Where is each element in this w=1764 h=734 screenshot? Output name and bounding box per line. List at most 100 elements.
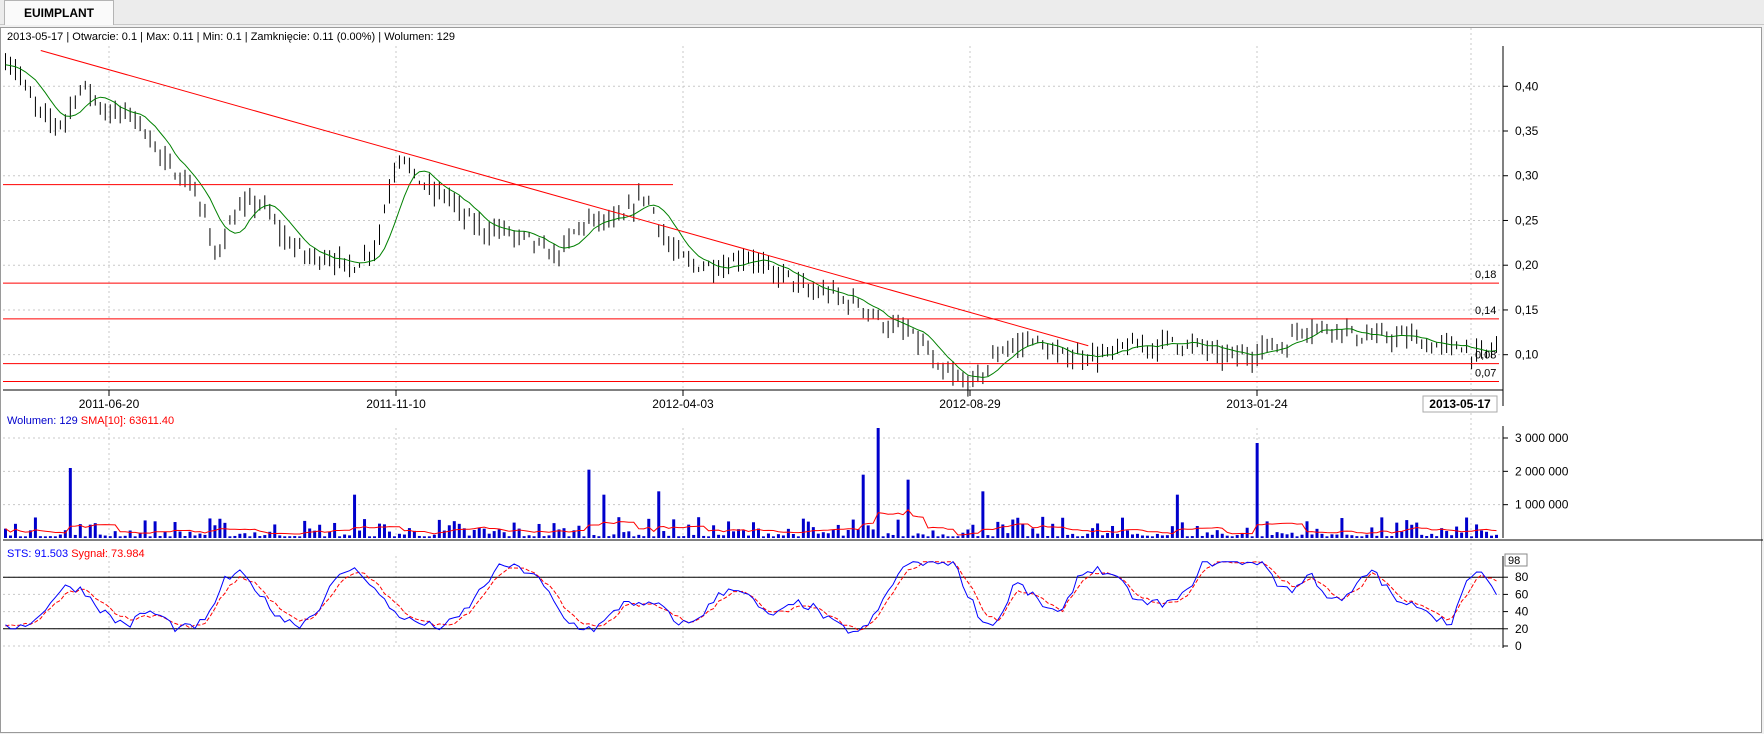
volume-bar bbox=[373, 536, 376, 538]
volume-bar bbox=[407, 528, 411, 538]
sts-marker-label: 98 bbox=[1508, 555, 1520, 567]
price-pane: 0,40 0,35 0,30 0,25 0,20 0,15 0,10 2011-06-20 20… bbox=[3, 28, 1539, 646]
price-x-tick-label: 2012-04-03 bbox=[652, 397, 714, 411]
volume-bar bbox=[293, 536, 297, 538]
volume-bar bbox=[697, 517, 701, 538]
volume-bar bbox=[1190, 536, 1194, 538]
volume-bar bbox=[1285, 534, 1289, 538]
volume-bar bbox=[1225, 535, 1229, 538]
volume-bar bbox=[996, 521, 1000, 538]
volume-bar bbox=[986, 535, 990, 538]
sts-legend: STS: 91.503 Sygnał: 73.984 bbox=[7, 548, 145, 560]
volume-bar bbox=[976, 536, 980, 538]
volume-bar bbox=[577, 525, 581, 538]
ohlc-info: 2013-05-17 | Otwarcie: 0.1 | Max: 0.11 |… bbox=[7, 31, 455, 43]
volume-legend-label: Wolumen: 129 bbox=[7, 415, 78, 427]
volume-bar bbox=[402, 534, 406, 538]
volume-bar bbox=[392, 536, 396, 538]
volume-bar bbox=[492, 531, 496, 538]
volume-bar bbox=[33, 517, 37, 538]
volume-bar bbox=[53, 536, 57, 538]
volume-bar bbox=[1071, 533, 1075, 538]
volume-bar bbox=[73, 534, 77, 538]
volume-bar bbox=[617, 517, 621, 538]
volume-bar bbox=[896, 519, 900, 538]
volume-bar bbox=[1006, 533, 1010, 538]
volume-bar bbox=[1335, 534, 1339, 538]
volume-bar bbox=[338, 536, 342, 538]
volume-bar bbox=[607, 536, 611, 538]
volume-bar bbox=[926, 536, 930, 538]
sts-legend-label: STS: 91.503 bbox=[7, 548, 68, 560]
volume-bar bbox=[941, 534, 945, 538]
chart-panel: 2013-05-17 | Otwarcie: 0.1 | Max: 0.11 |… bbox=[0, 27, 1763, 734]
volume-bar bbox=[487, 533, 491, 538]
volume-bar bbox=[363, 519, 367, 538]
volume-bar bbox=[13, 523, 17, 538]
chart-canvas[interactable]: 2013-05-17 | Otwarcie: 0.1 | Max: 0.11 |… bbox=[1, 28, 1763, 734]
volume-bar bbox=[358, 530, 362, 538]
volume-bar bbox=[652, 536, 656, 538]
volume-bar bbox=[916, 533, 920, 538]
volume-bar bbox=[1076, 536, 1080, 538]
volume-bar bbox=[627, 531, 631, 538]
volume-y-tick-label: 1 000 000 bbox=[1515, 498, 1569, 512]
volume-bar bbox=[253, 532, 257, 538]
price-y-tick-label: 0,20 bbox=[1515, 258, 1539, 272]
volume-bar bbox=[1160, 535, 1164, 538]
volume-bar bbox=[1435, 536, 1439, 538]
volume-bar bbox=[732, 531, 736, 538]
volume-pane: 3 000 000 2 000 000 1 000 000 bbox=[3, 426, 1763, 541]
volume-bar bbox=[228, 536, 232, 538]
volume-bar bbox=[1031, 528, 1035, 538]
volume-bar bbox=[951, 536, 955, 538]
volume-bar bbox=[4, 528, 7, 538]
price-x-tick-label: 2012-08-29 bbox=[939, 397, 1001, 411]
volume-bar bbox=[527, 535, 531, 538]
volume-bar bbox=[1260, 536, 1264, 538]
volume-bar bbox=[477, 527, 481, 538]
volume-bar bbox=[1106, 533, 1110, 538]
volume-bar bbox=[801, 518, 805, 538]
volume-bar bbox=[692, 534, 696, 538]
volume-bar bbox=[1051, 523, 1055, 538]
volume-bar bbox=[1385, 536, 1389, 538]
volume-bar bbox=[18, 536, 22, 538]
volume-bar bbox=[1490, 535, 1494, 538]
volume-bar bbox=[163, 531, 167, 538]
volume-bar bbox=[1475, 524, 1479, 538]
tab-euimplant[interactable]: EUIMPLANT bbox=[4, 0, 114, 25]
volume-bar bbox=[58, 534, 62, 538]
volume-bar bbox=[592, 535, 596, 538]
volume-bar bbox=[113, 531, 117, 538]
volume-bar bbox=[856, 529, 860, 538]
volume-bar bbox=[1375, 535, 1379, 538]
volume-bar bbox=[1170, 526, 1174, 538]
volume-bar bbox=[1405, 520, 1409, 538]
volume-bar bbox=[353, 494, 357, 538]
volume-bar bbox=[233, 535, 237, 538]
support-line-label: 0,18 bbox=[1475, 269, 1496, 281]
volume-bar bbox=[1175, 494, 1179, 538]
volume-bar bbox=[1116, 533, 1120, 538]
volume-bar bbox=[1390, 535, 1394, 538]
volume-bar bbox=[223, 522, 227, 538]
volume-bar bbox=[567, 536, 571, 538]
volume-bar bbox=[921, 534, 925, 538]
volume-bar bbox=[1081, 536, 1085, 538]
volume-bar bbox=[8, 535, 12, 538]
volume-bar bbox=[467, 535, 471, 538]
volume-bar bbox=[1210, 534, 1214, 538]
volume-legend: Wolumen: 129 SMA[10]: 63611.40 bbox=[7, 415, 174, 427]
volume-bar bbox=[1185, 536, 1189, 538]
volume-bar bbox=[931, 530, 935, 538]
volume-bar bbox=[946, 536, 950, 538]
volume-bar bbox=[1066, 534, 1070, 538]
sts-pane: 80 60 40 20 0 98 bbox=[3, 553, 1529, 653]
volume-bar bbox=[1245, 527, 1249, 538]
volume-bar bbox=[806, 521, 810, 538]
support-line-label: 0,14 bbox=[1475, 305, 1496, 317]
volume-bar bbox=[1220, 533, 1224, 538]
volume-bar bbox=[188, 531, 192, 538]
volume-y-tick-label: 3 000 000 bbox=[1515, 431, 1569, 445]
